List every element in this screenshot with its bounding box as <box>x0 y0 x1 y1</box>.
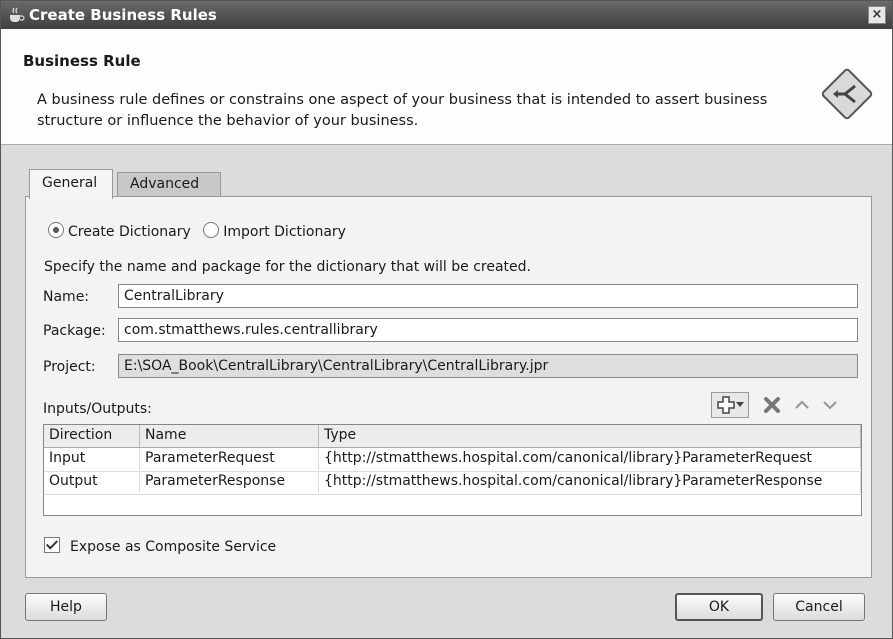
column-header-type[interactable]: Type <box>319 425 861 447</box>
import-dictionary-radio[interactable] <box>203 222 220 238</box>
dialog-header: Business Rule A business rule defines or… <box>1 29 892 145</box>
cell-type: {http://stmatthews.hospital.com/canonica… <box>319 448 861 470</box>
create-dictionary-label[interactable]: Create Dictionary <box>68 224 191 240</box>
inputs-outputs-table: Direction Name Type Input ParameterReque… <box>43 424 862 516</box>
business-rule-icon <box>821 68 873 120</box>
delete-icon <box>764 397 780 413</box>
general-panel: Create Dictionary Import Dictionary Spec… <box>25 196 872 578</box>
dictionary-mode-group: Create Dictionary Import Dictionary <box>48 222 354 240</box>
close-button[interactable]: × <box>868 6 886 24</box>
add-icon <box>717 396 735 414</box>
column-header-name[interactable]: Name <box>140 425 319 447</box>
name-label: Name: <box>43 289 90 305</box>
create-business-rules-dialog: Create Business Rules × Business Rule A … <box>0 0 893 639</box>
cancel-button[interactable]: Cancel <box>773 593 865 621</box>
cell-direction: Input <box>44 448 140 470</box>
tab-general[interactable]: General <box>29 169 113 199</box>
import-dictionary-label[interactable]: Import Dictionary <box>223 224 346 240</box>
table-row[interactable]: Input ParameterRequest {http://stmatthew… <box>44 448 861 472</box>
dropdown-arrow-icon <box>736 402 744 407</box>
coffee-cup-icon <box>10 7 25 22</box>
table-header: Direction Name Type <box>44 425 861 448</box>
inputs-outputs-label: Inputs/Outputs: <box>43 401 152 417</box>
help-button[interactable]: Help <box>25 593 107 621</box>
move-down-icon <box>823 401 837 410</box>
create-dictionary-radio[interactable] <box>48 222 64 238</box>
table-row[interactable]: Output ParameterResponse {http://stmatth… <box>44 471 861 495</box>
cell-name: ParameterResponse <box>140 471 319 493</box>
cell-direction: Output <box>44 471 140 493</box>
tab-advanced[interactable]: Advanced <box>117 172 221 197</box>
header-title: Business Rule <box>23 52 141 70</box>
project-field: E:\SOA_Book\CentralLibrary\CentralLibrar… <box>118 354 858 378</box>
name-field[interactable]: CentralLibrary <box>118 284 858 308</box>
column-header-direction[interactable]: Direction <box>44 425 140 447</box>
package-label: Package: <box>43 323 106 339</box>
add-button[interactable] <box>711 392 749 418</box>
delete-button[interactable] <box>761 392 783 418</box>
expose-composite-label[interactable]: Expose as Composite Service <box>70 539 276 555</box>
expose-composite-checkbox[interactable] <box>44 537 60 553</box>
package-field[interactable]: com.stmatthews.rules.centrallibrary <box>118 318 858 342</box>
ok-button[interactable]: OK <box>675 593 763 621</box>
expose-composite-row: Expose as Composite Service <box>44 537 276 555</box>
title-bar: Create Business Rules × <box>1 1 892 29</box>
header-description: A business rule defines or constrains on… <box>37 92 768 129</box>
move-up-icon <box>795 400 809 409</box>
project-label: Project: <box>43 359 96 375</box>
window-title: Create Business Rules <box>29 6 217 24</box>
move-up-button[interactable] <box>791 392 813 418</box>
move-down-button[interactable] <box>819 392 841 418</box>
cell-type: {http://stmatthews.hospital.com/canonica… <box>319 471 861 493</box>
cell-name: ParameterRequest <box>140 448 319 470</box>
instructions-text: Specify the name and package for the dic… <box>44 259 531 275</box>
